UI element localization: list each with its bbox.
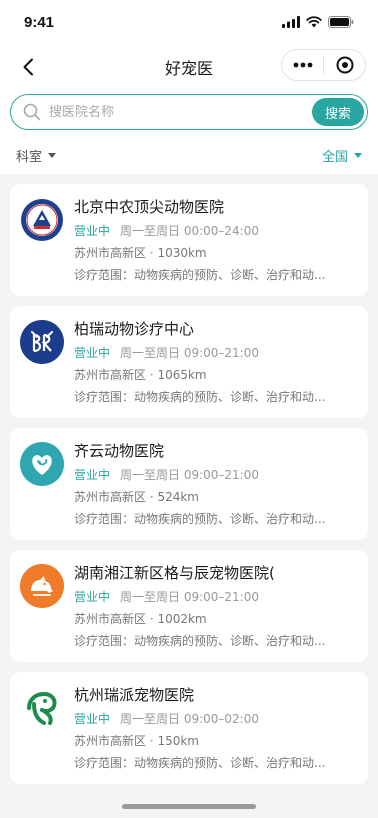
hospital-location: 苏州市高新区 · 1030km [74, 246, 207, 260]
hospital-info: 北京中农顶尖动物医院 营业中 周一至周日 00:00–24:00 苏州市高新区 ·… [74, 196, 358, 296]
hospital-location: 苏州市高新区 · 524km [74, 490, 199, 504]
region-filter-label: 全国 [321, 149, 348, 165]
hospital-status-row: 营业中 周一至周日 09:00–21:00 [74, 467, 358, 484]
header-area: 9:41 好宠医 搜医院名称 搜索 科室 全国 [0, 0, 378, 174]
open-status-badge: 营业中 [74, 224, 111, 238]
hospital-list: 北京中农顶尖动物医院 营业中 周一至周日 00:00–24:00 苏州市高新区 ·… [0, 174, 378, 784]
hospital-status-row: 营业中 周一至周日 09:00–21:00 [74, 345, 358, 362]
filter-bar: 科室 全国 [0, 132, 378, 178]
ruipai-logo-icon [20, 686, 64, 730]
hospital-status-row: 营业中 周一至周日 09:00–21:00 [74, 589, 358, 606]
hospital-location: 苏州市高新区 · 150km [74, 734, 199, 748]
back-button[interactable] [16, 55, 40, 79]
mini-program-capsule [281, 49, 366, 81]
opening-hours: 周一至周日 09:00–21:00 [120, 590, 259, 604]
more-button[interactable] [282, 50, 323, 80]
opening-hours: 周一至周日 00:00–24:00 [120, 224, 259, 238]
status-time: 9:41 [24, 13, 55, 31]
open-status-badge: 营业中 [74, 590, 111, 604]
home-indicator [122, 804, 256, 809]
phone-screen: 9:41 好宠医 搜医院名称 搜索 科室 全国 北京中农顶尖动物医院 营业中 周… [0, 0, 378, 818]
page-title: 好宠医 [164, 59, 213, 78]
opening-hours: 周一至周日 09:00–21:00 [120, 346, 259, 360]
hospital-info: 杭州瑞派宠物医院 营业中 周一至周日 09:00–02:00 苏州市高新区 · 1… [74, 684, 358, 784]
hospital-card[interactable]: 柏瑞动物诊疗中心 营业中 周一至周日 09:00–21:00 苏州市高新区 · 1… [10, 306, 368, 418]
hospital-scope: 诊疗范围：动物疾病的预防、诊断、治疗和动... [74, 756, 326, 770]
hospital-scope: 诊疗范围：动物疾病的预防、诊断、治疗和动... [74, 268, 326, 282]
dog-logo-icon [20, 564, 64, 608]
hospital-card[interactable]: 齐云动物医院 营业中 周一至周日 09:00–21:00 苏州市高新区 · 524… [10, 428, 368, 540]
region-filter[interactable]: 全国 [322, 146, 362, 165]
hospital-name: 湖南湘江新区格与辰宠物医院( [74, 564, 275, 582]
caret-down-icon [48, 152, 57, 158]
status-icons [282, 16, 354, 28]
open-status-badge: 营业中 [74, 346, 111, 360]
wifi-icon [306, 16, 322, 28]
search-bar: 搜索 [10, 94, 368, 130]
target-circle-icon [336, 56, 353, 74]
hospital-info: 柏瑞动物诊疗中心 营业中 周一至周日 09:00–21:00 苏州市高新区 · 1… [74, 318, 358, 418]
opening-hours: 周一至周日 09:00–21:00 [120, 468, 259, 482]
battery-icon [328, 16, 354, 28]
hospital-name: 杭州瑞派宠物医院 [74, 686, 195, 704]
pet-heart-logo-icon [20, 442, 64, 486]
status-bar: 9:41 [0, 0, 378, 44]
br-logo-icon [20, 320, 64, 364]
hospital-card[interactable]: 北京中农顶尖动物医院 营业中 周一至周日 00:00–24:00 苏州市高新区 ·… [10, 184, 368, 296]
hospital-name: 北京中农顶尖动物医院 [74, 198, 225, 216]
seal-logo-icon [20, 198, 64, 242]
open-status-badge: 营业中 [74, 468, 111, 482]
search-input[interactable] [49, 104, 312, 120]
hospital-card[interactable]: 杭州瑞派宠物医院 营业中 周一至周日 09:00–02:00 苏州市高新区 · 1… [10, 672, 368, 784]
close-program-button[interactable] [324, 50, 365, 80]
search-button[interactable]: 搜索 [312, 98, 364, 126]
hospital-status-row: 营业中 周一至周日 09:00–02:00 [74, 711, 358, 728]
caret-down-icon [354, 152, 362, 158]
opening-hours: 周一至周日 09:00–02:00 [120, 712, 259, 726]
hospital-location: 苏州市高新区 · 1002km [74, 612, 207, 626]
chevron-left-icon [23, 58, 33, 76]
more-dots-icon [293, 62, 312, 68]
hospital-name: 齐云动物医院 [74, 442, 165, 460]
nav-bar: 好宠医 [0, 44, 378, 90]
open-status-badge: 营业中 [74, 712, 111, 726]
signal-icon [282, 16, 300, 28]
hospital-info: 齐云动物医院 营业中 周一至周日 09:00–21:00 苏州市高新区 · 524… [74, 440, 358, 540]
hospital-info: 湖南湘江新区格与辰宠物医院( 营业中 周一至周日 09:00–21:00 苏州市高… [74, 562, 358, 662]
hospital-scope: 诊疗范围：动物疾病的预防、诊断、治疗和动... [74, 634, 326, 648]
hospital-scope: 诊疗范围：动物疾病的预防、诊断、治疗和动... [74, 390, 326, 404]
hospital-card[interactable]: 湖南湘江新区格与辰宠物医院( 营业中 周一至周日 09:00–21:00 苏州市高… [10, 550, 368, 662]
hospital-status-row: 营业中 周一至周日 00:00–24:00 [74, 223, 358, 240]
department-filter-label: 科室 [16, 149, 43, 165]
search-icon [23, 103, 41, 121]
hospital-scope: 诊疗范围：动物疾病的预防、诊断、治疗和动... [74, 512, 326, 526]
hospital-location: 苏州市高新区 · 1065km [74, 368, 207, 382]
department-filter[interactable]: 科室 [16, 146, 57, 165]
hospital-name: 柏瑞动物诊疗中心 [74, 320, 195, 338]
